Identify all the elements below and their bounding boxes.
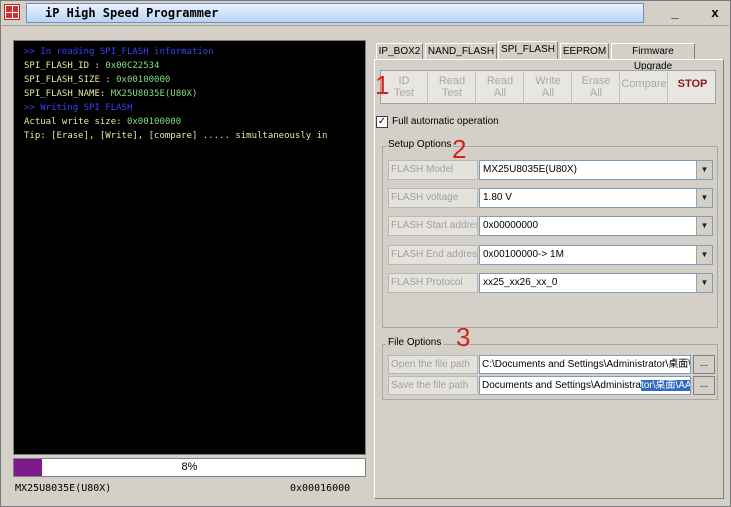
flash-model-label: FLASH Model: [388, 160, 478, 180]
flash-voltage-label: FLASH voltage: [388, 188, 478, 208]
log-line: SPI_FLASH_SIZE : 0x00100000: [24, 75, 171, 85]
minimize-button[interactable]: _: [657, 3, 693, 23]
stop-button[interactable]: STOP: [669, 72, 716, 102]
id-test-button[interactable]: ID Test: [381, 72, 428, 102]
tab-eeprom[interactable]: EEPROM: [560, 43, 609, 59]
flash-voltage-select[interactable]: 1.80 V ▼: [479, 188, 713, 208]
chevron-down-icon: ▼: [696, 217, 712, 235]
save-browse-button[interactable]: ...: [693, 376, 715, 395]
progress-bar: 8%: [13, 458, 366, 477]
progress-label: 8%: [181, 461, 198, 473]
log-line: >> Writing SPI FLASH: [24, 103, 133, 113]
log-line: >> In reading SPI_FLASH information: [24, 47, 214, 57]
tab-firmware-upgrade[interactable]: Firmware Upgrade: [611, 43, 695, 72]
tab-spi-flash[interactable]: SPI_FLASH: [498, 41, 558, 60]
flash-end-address-select[interactable]: 0x00100000-> 1M ▼: [479, 245, 713, 265]
tab-ip-box2[interactable]: IP_BOX2: [376, 43, 423, 59]
log-line: Actual write size: 0x00100000: [24, 117, 182, 127]
log-line: SPI_FLASH_ID : 0x00C22534: [24, 61, 160, 71]
file-options-title: File Options: [386, 337, 444, 348]
close-button[interactable]: x: [697, 3, 731, 23]
chevron-down-icon: ▼: [696, 189, 712, 207]
log-console: >> In reading SPI_FLASH information SPI_…: [13, 40, 366, 455]
marker-2: 2: [452, 134, 467, 164]
chevron-down-icon: ▼: [696, 246, 712, 264]
tab-nand-flash[interactable]: NAND_FLASH: [425, 43, 497, 59]
save-path-input[interactable]: Documents and Settings\Administrator\桌面\…: [479, 376, 691, 395]
open-browse-button[interactable]: ...: [693, 355, 715, 374]
full-auto-label: Full automatic operation: [392, 116, 499, 127]
status-chip-name: MX25U8035E(U80X): [15, 483, 112, 494]
flash-protocol-select[interactable]: xx25_xx26_xx_0 ▼: [479, 273, 713, 293]
log-line: Tip: [Erase], [Write], [compare] ..... s…: [24, 131, 328, 141]
flash-end-address-label: FLASH End address: [388, 245, 478, 265]
read-test-button[interactable]: Read Test: [429, 72, 476, 102]
flash-start-address-select[interactable]: 0x00000000 ▼: [479, 216, 713, 236]
compare-button[interactable]: Compare: [621, 72, 668, 102]
flash-protocol-label: FLASH Protocol: [388, 273, 478, 293]
status-address: 0x00016000: [290, 483, 351, 494]
write-all-button[interactable]: Write All: [525, 72, 572, 102]
open-path-input[interactable]: C:\Documents and Settings\Administrator\…: [479, 355, 691, 374]
flash-model-select[interactable]: MX25U8035E(U80X) ▼: [479, 160, 713, 180]
app-icon: [4, 4, 20, 20]
erase-all-button[interactable]: Erase All: [573, 72, 620, 102]
window-title: iP High Speed Programmer: [26, 3, 644, 23]
chevron-down-icon: ▼: [696, 161, 712, 179]
log-line: SPI_FLASH_NAME: MX25U8035E(U80X): [24, 89, 198, 99]
chevron-down-icon: ▼: [696, 274, 712, 292]
setup-options-title: Setup Options: [386, 139, 454, 150]
open-path-label: Open the file path: [388, 355, 478, 374]
full-auto-checkbox[interactable]: ✓: [376, 116, 388, 128]
read-all-button[interactable]: Read All: [477, 72, 524, 102]
save-path-label: Save the file path: [388, 376, 478, 395]
marker-3: 3: [456, 322, 471, 352]
flash-start-address-label: FLASH Start address: [388, 216, 478, 236]
